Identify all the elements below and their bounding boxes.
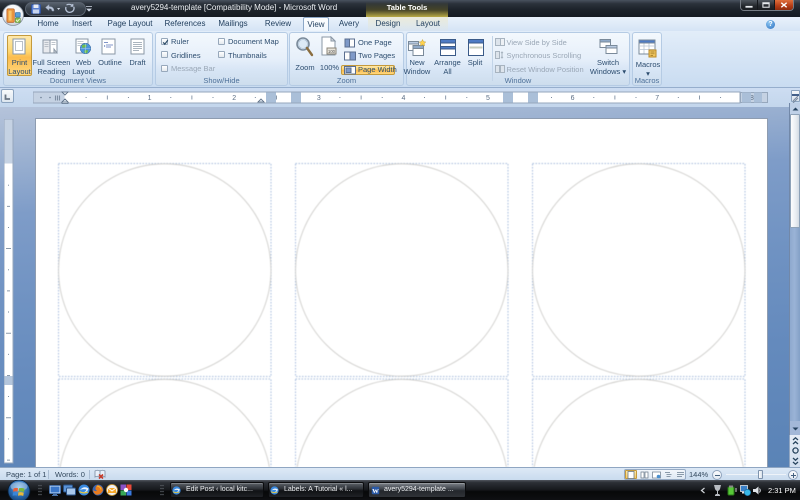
svg-text:1: 1 (148, 95, 152, 102)
svg-text:3: 3 (317, 95, 321, 102)
svg-text:100: 100 (328, 49, 336, 54)
svg-text:W: W (372, 488, 379, 495)
svg-text:6: 6 (571, 95, 575, 102)
svg-text:4: 4 (401, 95, 405, 102)
svg-text:5: 5 (486, 95, 490, 102)
svg-text:7: 7 (655, 95, 659, 102)
svg-text:2: 2 (232, 95, 236, 102)
